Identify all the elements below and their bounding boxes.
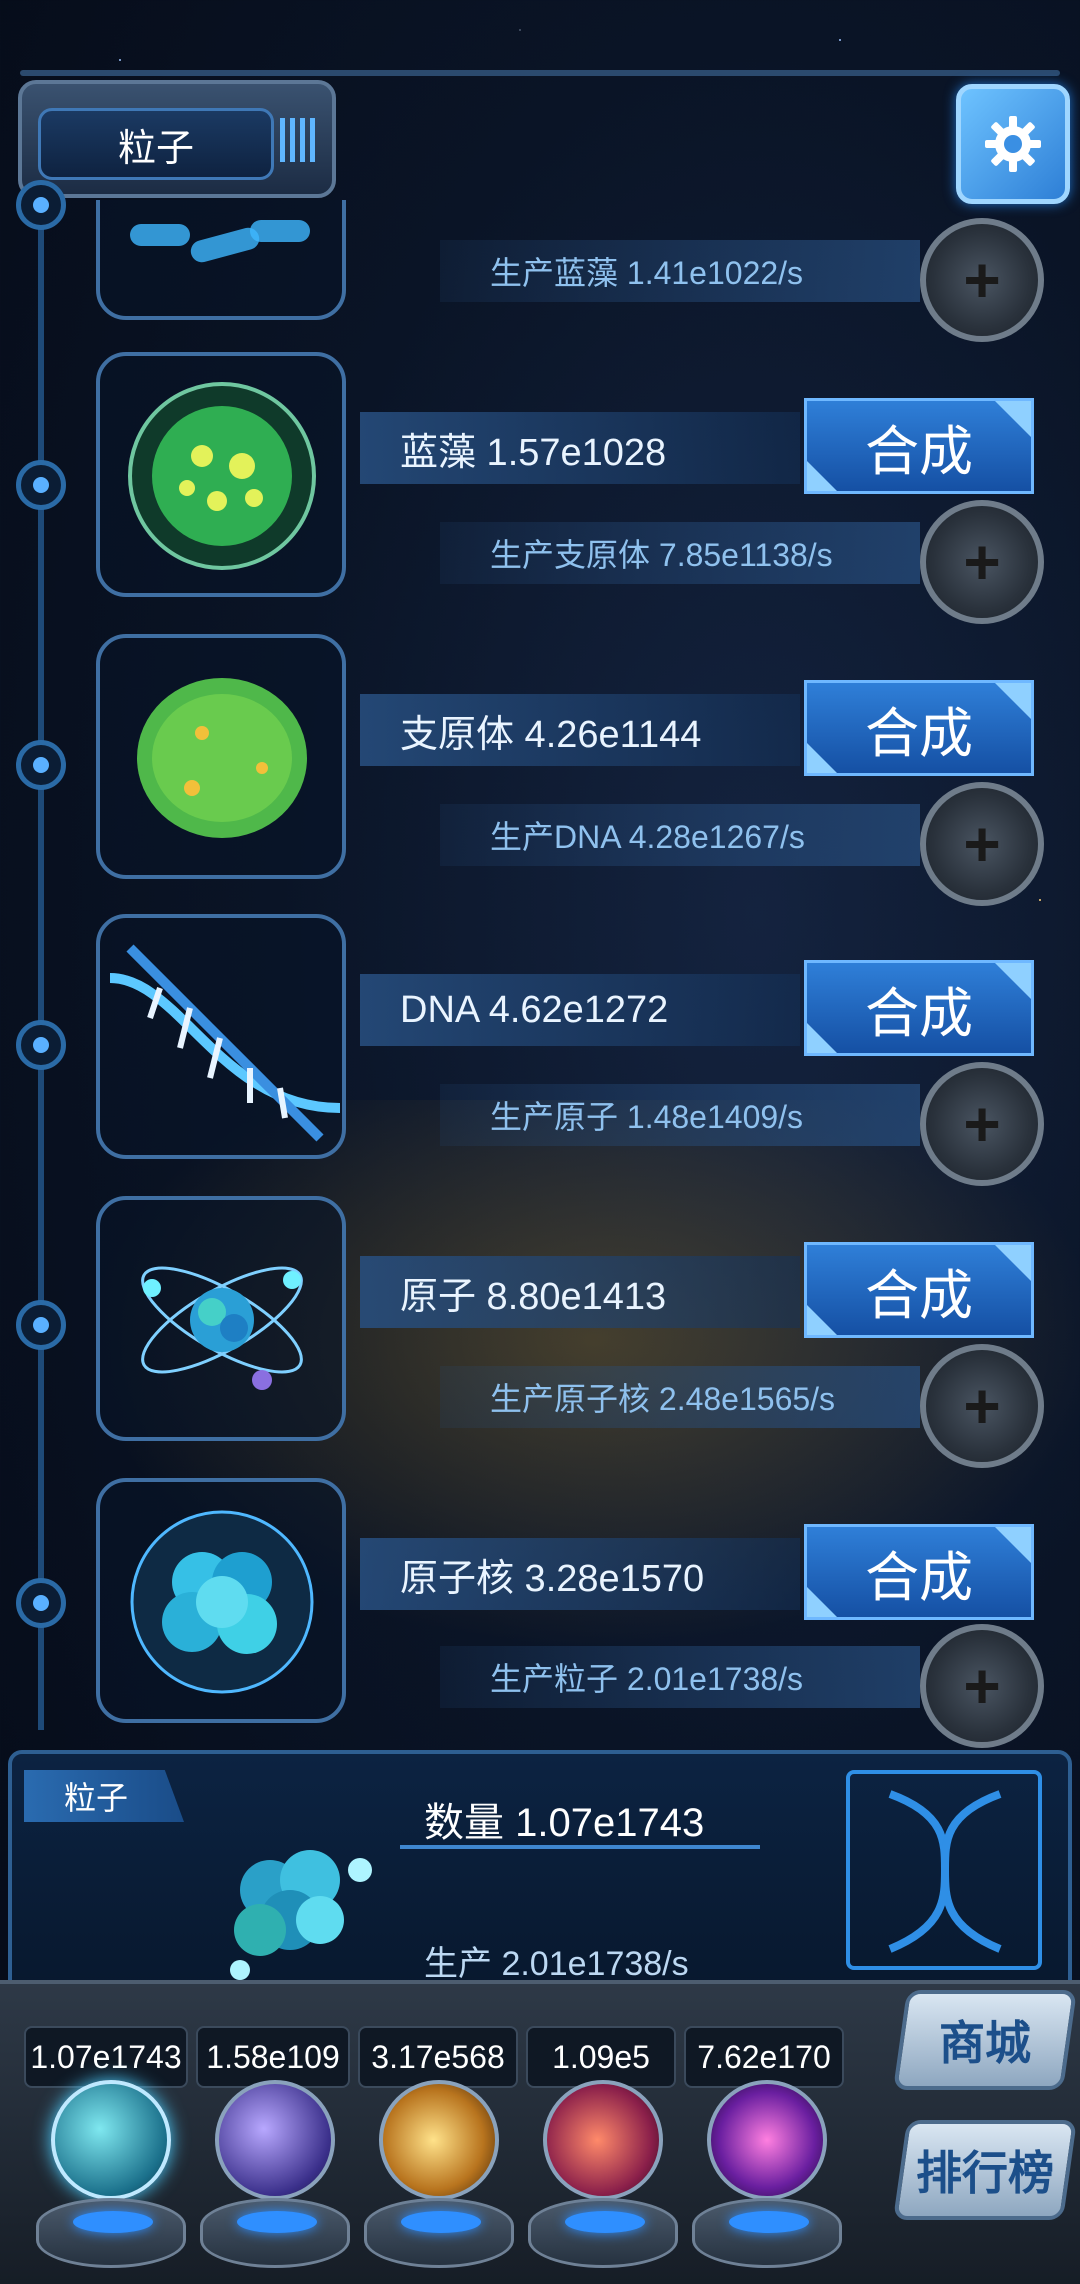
row-4-craft-button[interactable]: 合成: [804, 1242, 1034, 1338]
resource-value-energy: 1.58e109: [196, 2026, 350, 2088]
row-1-upgrade-button[interactable]: +: [920, 500, 1044, 624]
plus-icon: +: [963, 808, 1001, 880]
dna-decoration-frame: [846, 1770, 1042, 1970]
row-0-produce: 生产蓝藻 1.41e1022/s: [440, 240, 920, 302]
brain-orb-icon: [543, 2080, 663, 2200]
vortex-orb-icon: [707, 2080, 827, 2200]
particle-produce: 生产 2.01e1738/s: [424, 1945, 689, 1983]
orb-slot-brain[interactable]: [528, 2080, 678, 2280]
orb-pedestal: [364, 2198, 514, 2268]
row-5-craft-button[interactable]: 合成: [804, 1524, 1034, 1620]
row-3-name: DNA 4.62e1272: [360, 974, 800, 1046]
orb-pedestal: [36, 2198, 186, 2268]
rail-node: [16, 1300, 66, 1350]
row-3-craft-button[interactable]: 合成: [804, 960, 1034, 1056]
dna-icon: [109, 944, 341, 1142]
orb-pedestal: [692, 2198, 842, 2268]
bacteria-icon: [130, 220, 310, 263]
rail-node: [16, 460, 66, 510]
resource-value-brain: 1.09e5: [526, 2026, 676, 2088]
resource-value-galaxy: 3.17e568: [358, 2026, 518, 2088]
row-0-upgrade-button[interactable]: +: [920, 218, 1044, 342]
particle-count: 数量 1.07e1743: [424, 1801, 705, 1845]
ranking-label: 排行榜: [916, 2147, 1054, 2199]
row-5-produce: 生产粒子 2.01e1738/s: [440, 1646, 920, 1708]
mycoplasma-icon: [137, 678, 307, 838]
row-2-upgrade-button[interactable]: +: [920, 782, 1044, 906]
particle-cluster-icon: [230, 1850, 372, 1980]
resource-value-particle: 1.07e1743: [24, 2026, 188, 2088]
plus-icon: +: [963, 526, 1001, 598]
top-frame-line: [20, 70, 1060, 76]
ranking-button[interactable]: 排行榜: [892, 2120, 1078, 2220]
nucleus-icon: [130, 1510, 314, 1694]
orb-pedestal: [528, 2198, 678, 2268]
row-2-craft-button[interactable]: 合成: [804, 680, 1034, 776]
row-4-produce: 生产原子核 2.48e1565/s: [440, 1366, 920, 1428]
rail-node: [16, 1020, 66, 1070]
plus-icon: +: [963, 244, 1001, 316]
row-3-produce: 生产原子 1.48e1409/s: [440, 1084, 920, 1146]
row-2-icon-frame: [96, 634, 346, 879]
orb-slot-vortex[interactable]: [692, 2080, 842, 2280]
row-1-craft-button[interactable]: 合成: [804, 398, 1034, 494]
galaxy-orb-icon: [379, 2080, 499, 2200]
row-5-icon-frame: [96, 1478, 346, 1723]
row-1-icon-frame: [96, 352, 346, 597]
row-5-name: 原子核 3.28e1570: [360, 1538, 800, 1610]
atom-icon: [141, 1266, 303, 1390]
resource-value-vortex: 7.62e170: [684, 2026, 844, 2088]
row-3-upgrade-button[interactable]: +: [920, 1062, 1044, 1186]
info-tag: 粒子: [24, 1770, 184, 1822]
row-4-name: 原子 8.80e1413: [360, 1256, 800, 1328]
row-4-icon-frame: [96, 1196, 346, 1441]
plus-icon: +: [963, 1650, 1001, 1722]
settings-button[interactable]: [956, 84, 1070, 204]
orb-slot-galaxy[interactable]: [364, 2080, 514, 2280]
plus-icon: +: [963, 1088, 1001, 1160]
row-1-name: 蓝藻 1.57e1028: [360, 412, 800, 484]
lightning-orb-icon: [215, 2080, 335, 2200]
rail-node: [16, 740, 66, 790]
orb-slot-lightning[interactable]: [200, 2080, 350, 2280]
plus-icon: +: [963, 1370, 1001, 1442]
title-stripes: [280, 118, 316, 162]
row-4-upgrade-button[interactable]: +: [920, 1344, 1044, 1468]
dna-decoration-icon: [888, 1790, 1002, 1953]
page-title: 粒子: [38, 108, 274, 180]
row-2-produce: 生产DNA 4.28e1267/s: [440, 804, 920, 866]
cyanobacteria-icon: [128, 382, 316, 570]
particle-orb-icon: [51, 2080, 171, 2200]
rail-node: [16, 1578, 66, 1628]
row-2-name: 支原体 4.26e1144: [360, 694, 800, 766]
orb-slot-particle[interactable]: [36, 2080, 186, 2280]
row-5-upgrade-button[interactable]: +: [920, 1624, 1044, 1748]
left-rail: [38, 200, 44, 1730]
row-1-produce: 生产支原体 7.85e1138/s: [440, 522, 920, 584]
rail-node: [16, 180, 66, 230]
shop-label: 商城: [939, 2017, 1031, 2069]
row-3-icon-frame: [96, 914, 346, 1159]
shop-button[interactable]: 商城: [892, 1990, 1078, 2090]
gear-icon: [985, 116, 1041, 172]
resource-values: 1.07e1743 1.58e109 3.17e568 1.09e5 7.62e…: [24, 2026, 844, 2088]
orb-pedestal: [200, 2198, 350, 2268]
